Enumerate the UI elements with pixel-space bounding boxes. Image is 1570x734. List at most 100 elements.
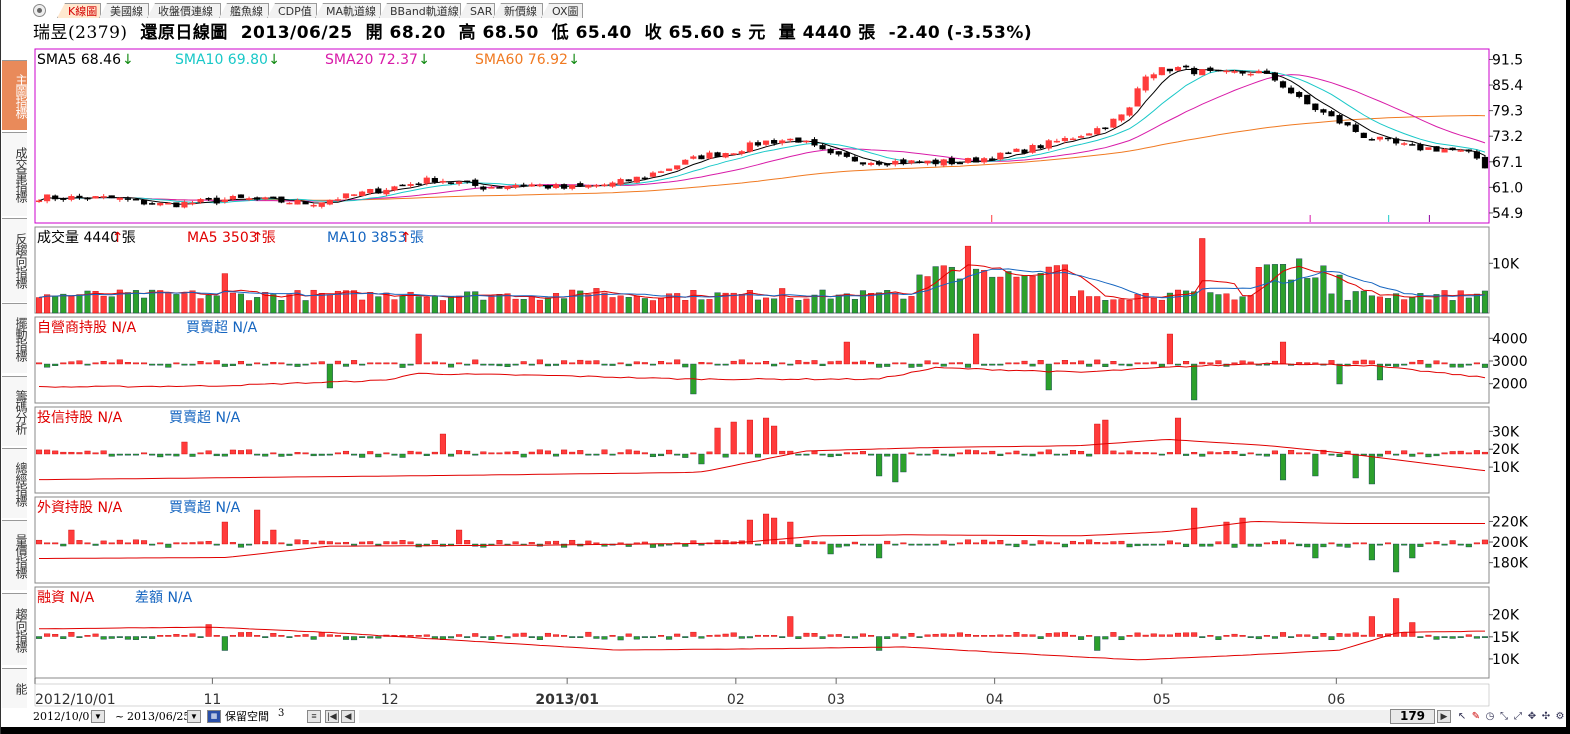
margin-flow-bar: [60, 636, 67, 639]
trust-flow-bar: [811, 450, 818, 455]
trust-flow-bar: [1417, 452, 1424, 455]
foreign-flow-bar: [997, 540, 1004, 545]
settings-icon[interactable]: ⚙: [1553, 709, 1567, 724]
volume-bar: [270, 294, 277, 314]
candle-body: [1239, 70, 1246, 74]
margin-flow-bar: [577, 636, 584, 638]
candle-body: [851, 156, 858, 162]
zoom-in-icon[interactable]: ⤡: [1497, 709, 1511, 724]
candle-body: [488, 187, 495, 189]
trust-flow-bar: [803, 453, 810, 456]
candle-body: [1134, 88, 1141, 107]
panel-frame-trust: [34, 406, 1490, 494]
volume-bar: [1271, 264, 1278, 314]
end-date-dropdown-icon[interactable]: ▼: [187, 710, 201, 723]
grid-toggle-icon[interactable]: ≡: [307, 710, 321, 723]
margin-flow-bar: [76, 636, 83, 638]
foreign-flow-bar: [1102, 542, 1109, 545]
foreign-flow-bar: [359, 541, 366, 545]
trust-flow-bar: [286, 453, 293, 456]
trust-flow-bar: [132, 453, 139, 456]
margin-flow-bar: [1005, 635, 1012, 637]
margin-flow-bar: [698, 636, 705, 639]
margin-flow-bar: [738, 636, 745, 639]
zoom-out-icon[interactable]: ⤢: [1511, 709, 1525, 724]
margin-flow-bar: [92, 633, 99, 637]
foreign-flow-bar: [68, 529, 75, 545]
foreign-flow-bar: [286, 543, 293, 546]
foreign-flow-bar: [981, 539, 988, 545]
draw-tool-icon[interactable]: ✎: [1469, 709, 1483, 724]
range-tilde: ~: [115, 710, 125, 723]
candle-body: [1360, 132, 1367, 139]
scroll-left-icon[interactable]: ◀: [341, 710, 355, 723]
x-axis-label: 05: [1153, 692, 1171, 708]
dealer-flow-bar: [706, 362, 713, 365]
volume-bar: [940, 265, 947, 314]
dealer-flow-bar: [997, 363, 1004, 366]
volume-bar: [1457, 290, 1464, 314]
reserve-space-value[interactable]: 3: [278, 706, 284, 721]
scroll-first-icon[interactable]: |◀: [325, 710, 339, 723]
trust-flow-bar: [666, 449, 673, 455]
volume-bar: [100, 295, 107, 314]
margin-tick-label: 20K: [1492, 608, 1520, 624]
volume-bar: [779, 288, 786, 314]
trust-tick-label: 10K: [1492, 460, 1520, 476]
dealer-flow-bar: [601, 363, 608, 366]
trust-flow-bar: [1110, 450, 1117, 455]
dealer-flow-bar: [132, 362, 139, 365]
foreign-flow-bar: [407, 541, 414, 545]
candle-body: [892, 160, 899, 165]
visible-bar-count[interactable]: 179: [1390, 709, 1435, 724]
margin-flow-bar: [763, 635, 770, 637]
volume-bar: [876, 292, 883, 314]
price-tick-label: 91.5: [1492, 52, 1523, 68]
candle-body: [399, 184, 406, 187]
candle-body: [1304, 94, 1311, 105]
price-tick-label: 61.0: [1492, 180, 1523, 196]
reserve-space-icon[interactable]: ▦: [207, 710, 221, 723]
dealer-flow-bar: [1336, 363, 1343, 385]
volume-bar: [1425, 299, 1432, 314]
trust-flow-bar: [173, 453, 180, 457]
expand-icon[interactable]: ✥: [1525, 709, 1539, 724]
margin-flow-bar: [520, 632, 527, 637]
candle-body: [1021, 149, 1028, 154]
volume-bar: [1328, 293, 1335, 314]
chart-canvas[interactable]: 91.585.479.373.267.161.054.9SMA5 68.46 ↓ S…: [1, 0, 1570, 734]
candle-body: [649, 172, 657, 177]
margin-flow-bar: [1279, 632, 1287, 637]
volume-bar: [1199, 238, 1206, 314]
start-date-dropdown-icon[interactable]: ▼: [91, 710, 105, 723]
volume-bar: [1078, 290, 1085, 314]
foreign-flow-bar: [237, 543, 245, 548]
margin-flow-bar: [254, 635, 261, 637]
candle-body: [819, 145, 826, 150]
candle-body: [262, 197, 269, 200]
end-date-field[interactable]: 2013/06/25: [127, 709, 190, 724]
volume-bar: [480, 299, 487, 314]
foreign-flow-bar: [342, 541, 350, 545]
candle-body: [1166, 68, 1174, 72]
trust-flow-bar: [1263, 453, 1270, 457]
foreign-flow-bar: [246, 543, 253, 546]
foreign-flow-bar: [876, 543, 883, 559]
candle-body: [536, 184, 543, 187]
foreign-flow-bar: [1045, 541, 1052, 545]
candle-body: [1142, 76, 1149, 91]
trust-flow-bar: [407, 450, 414, 455]
candle-body: [310, 204, 317, 207]
dealer-flow-bar: [1191, 363, 1198, 401]
candle-body: [1384, 137, 1392, 140]
window-edge-bottom: [1, 727, 1570, 734]
down-arrow-icon: ↓: [122, 52, 134, 68]
compress-icon[interactable]: ✣: [1539, 709, 1553, 724]
volume-bar: [1021, 275, 1028, 314]
start-date-field[interactable]: 2012/10/01: [33, 709, 96, 724]
cursor-tool-icon[interactable]: ↖: [1455, 709, 1469, 724]
trust-flow-bar: [456, 450, 463, 455]
time-scrollbar[interactable]: [359, 710, 1411, 723]
scroll-right-icon[interactable]: ▶: [1437, 710, 1451, 723]
clock-icon[interactable]: ◷: [1483, 709, 1497, 724]
